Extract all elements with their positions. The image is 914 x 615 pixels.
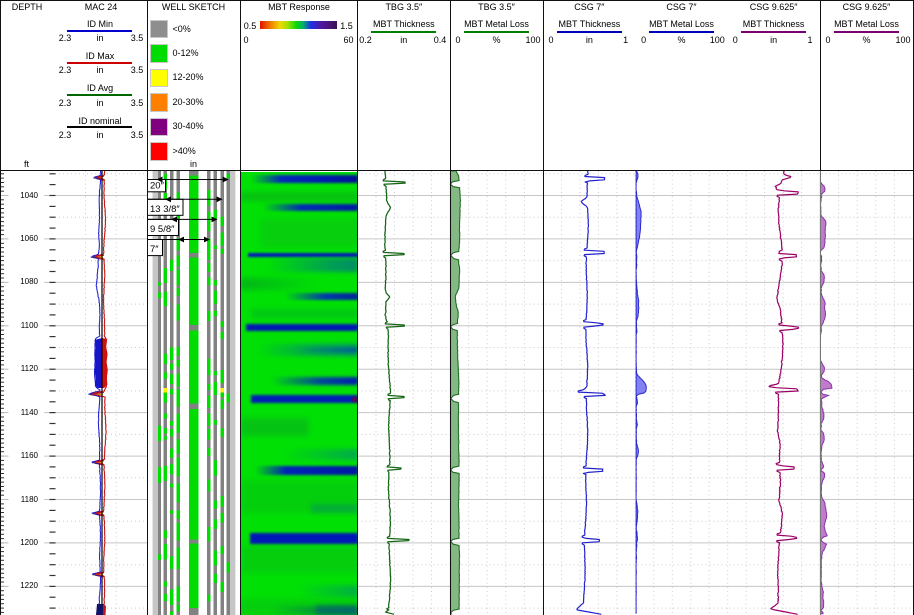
svg-text:20″: 20″	[150, 180, 165, 191]
svg-text:9 5/8″: 9 5/8″	[150, 224, 175, 235]
svg-text:13 3/8″: 13 3/8″	[150, 204, 180, 215]
svg-text:7″: 7″	[150, 244, 159, 255]
